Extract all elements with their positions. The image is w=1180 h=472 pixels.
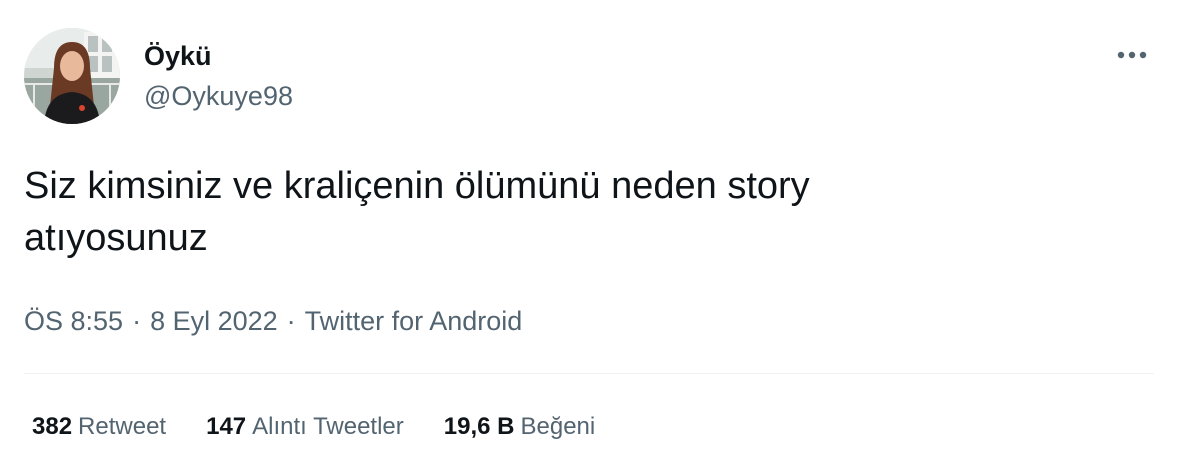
tweet-text: Siz kimsiniz ve kraliçenin ölümünü neden…	[24, 165, 810, 259]
separator: ·	[286, 306, 296, 336]
avatar[interactable]	[24, 28, 120, 124]
more-options-button[interactable]	[1112, 40, 1152, 70]
more-horizontal-icon	[1117, 51, 1147, 59]
quote-tweets-stat[interactable]: 147 Alıntı Tweetler	[206, 410, 404, 444]
tweet-card: Öykü @Oykuye98 Siz kimsiniz ve kraliçeni…	[0, 0, 1180, 472]
tweet-metadata: ÖS 8:55 · 8 Eyl 2022 · Twitter for Android	[24, 304, 522, 338]
retweets-count: 382	[32, 413, 73, 440]
display-name[interactable]: Öykü	[144, 40, 212, 72]
quote-tweets-label: Alıntı Tweetler	[252, 413, 404, 440]
likes-stat[interactable]: 19,6 B Beğeni	[444, 410, 595, 444]
retweets-stat[interactable]: 382 Retweet	[32, 410, 166, 444]
tweet-source[interactable]: Twitter for Android	[305, 306, 523, 336]
likes-count: 19,6 B	[443, 413, 515, 440]
tweet-time[interactable]: ÖS 8:55	[24, 306, 123, 336]
profile-photo	[24, 28, 120, 124]
tweet-date[interactable]: 8 Eyl 2022	[150, 306, 278, 336]
user-handle[interactable]: @Oykuye98	[144, 80, 293, 112]
separator: ·	[132, 306, 142, 336]
tweet-stats: 382 Retweet 147 Alıntı Tweetler 19,6 B Beğe…	[32, 410, 635, 444]
divider	[24, 373, 1154, 374]
retweets-label: Retweet	[78, 413, 167, 440]
quote-tweets-count: 147	[206, 413, 247, 440]
likes-label: Beğeni	[520, 413, 596, 440]
